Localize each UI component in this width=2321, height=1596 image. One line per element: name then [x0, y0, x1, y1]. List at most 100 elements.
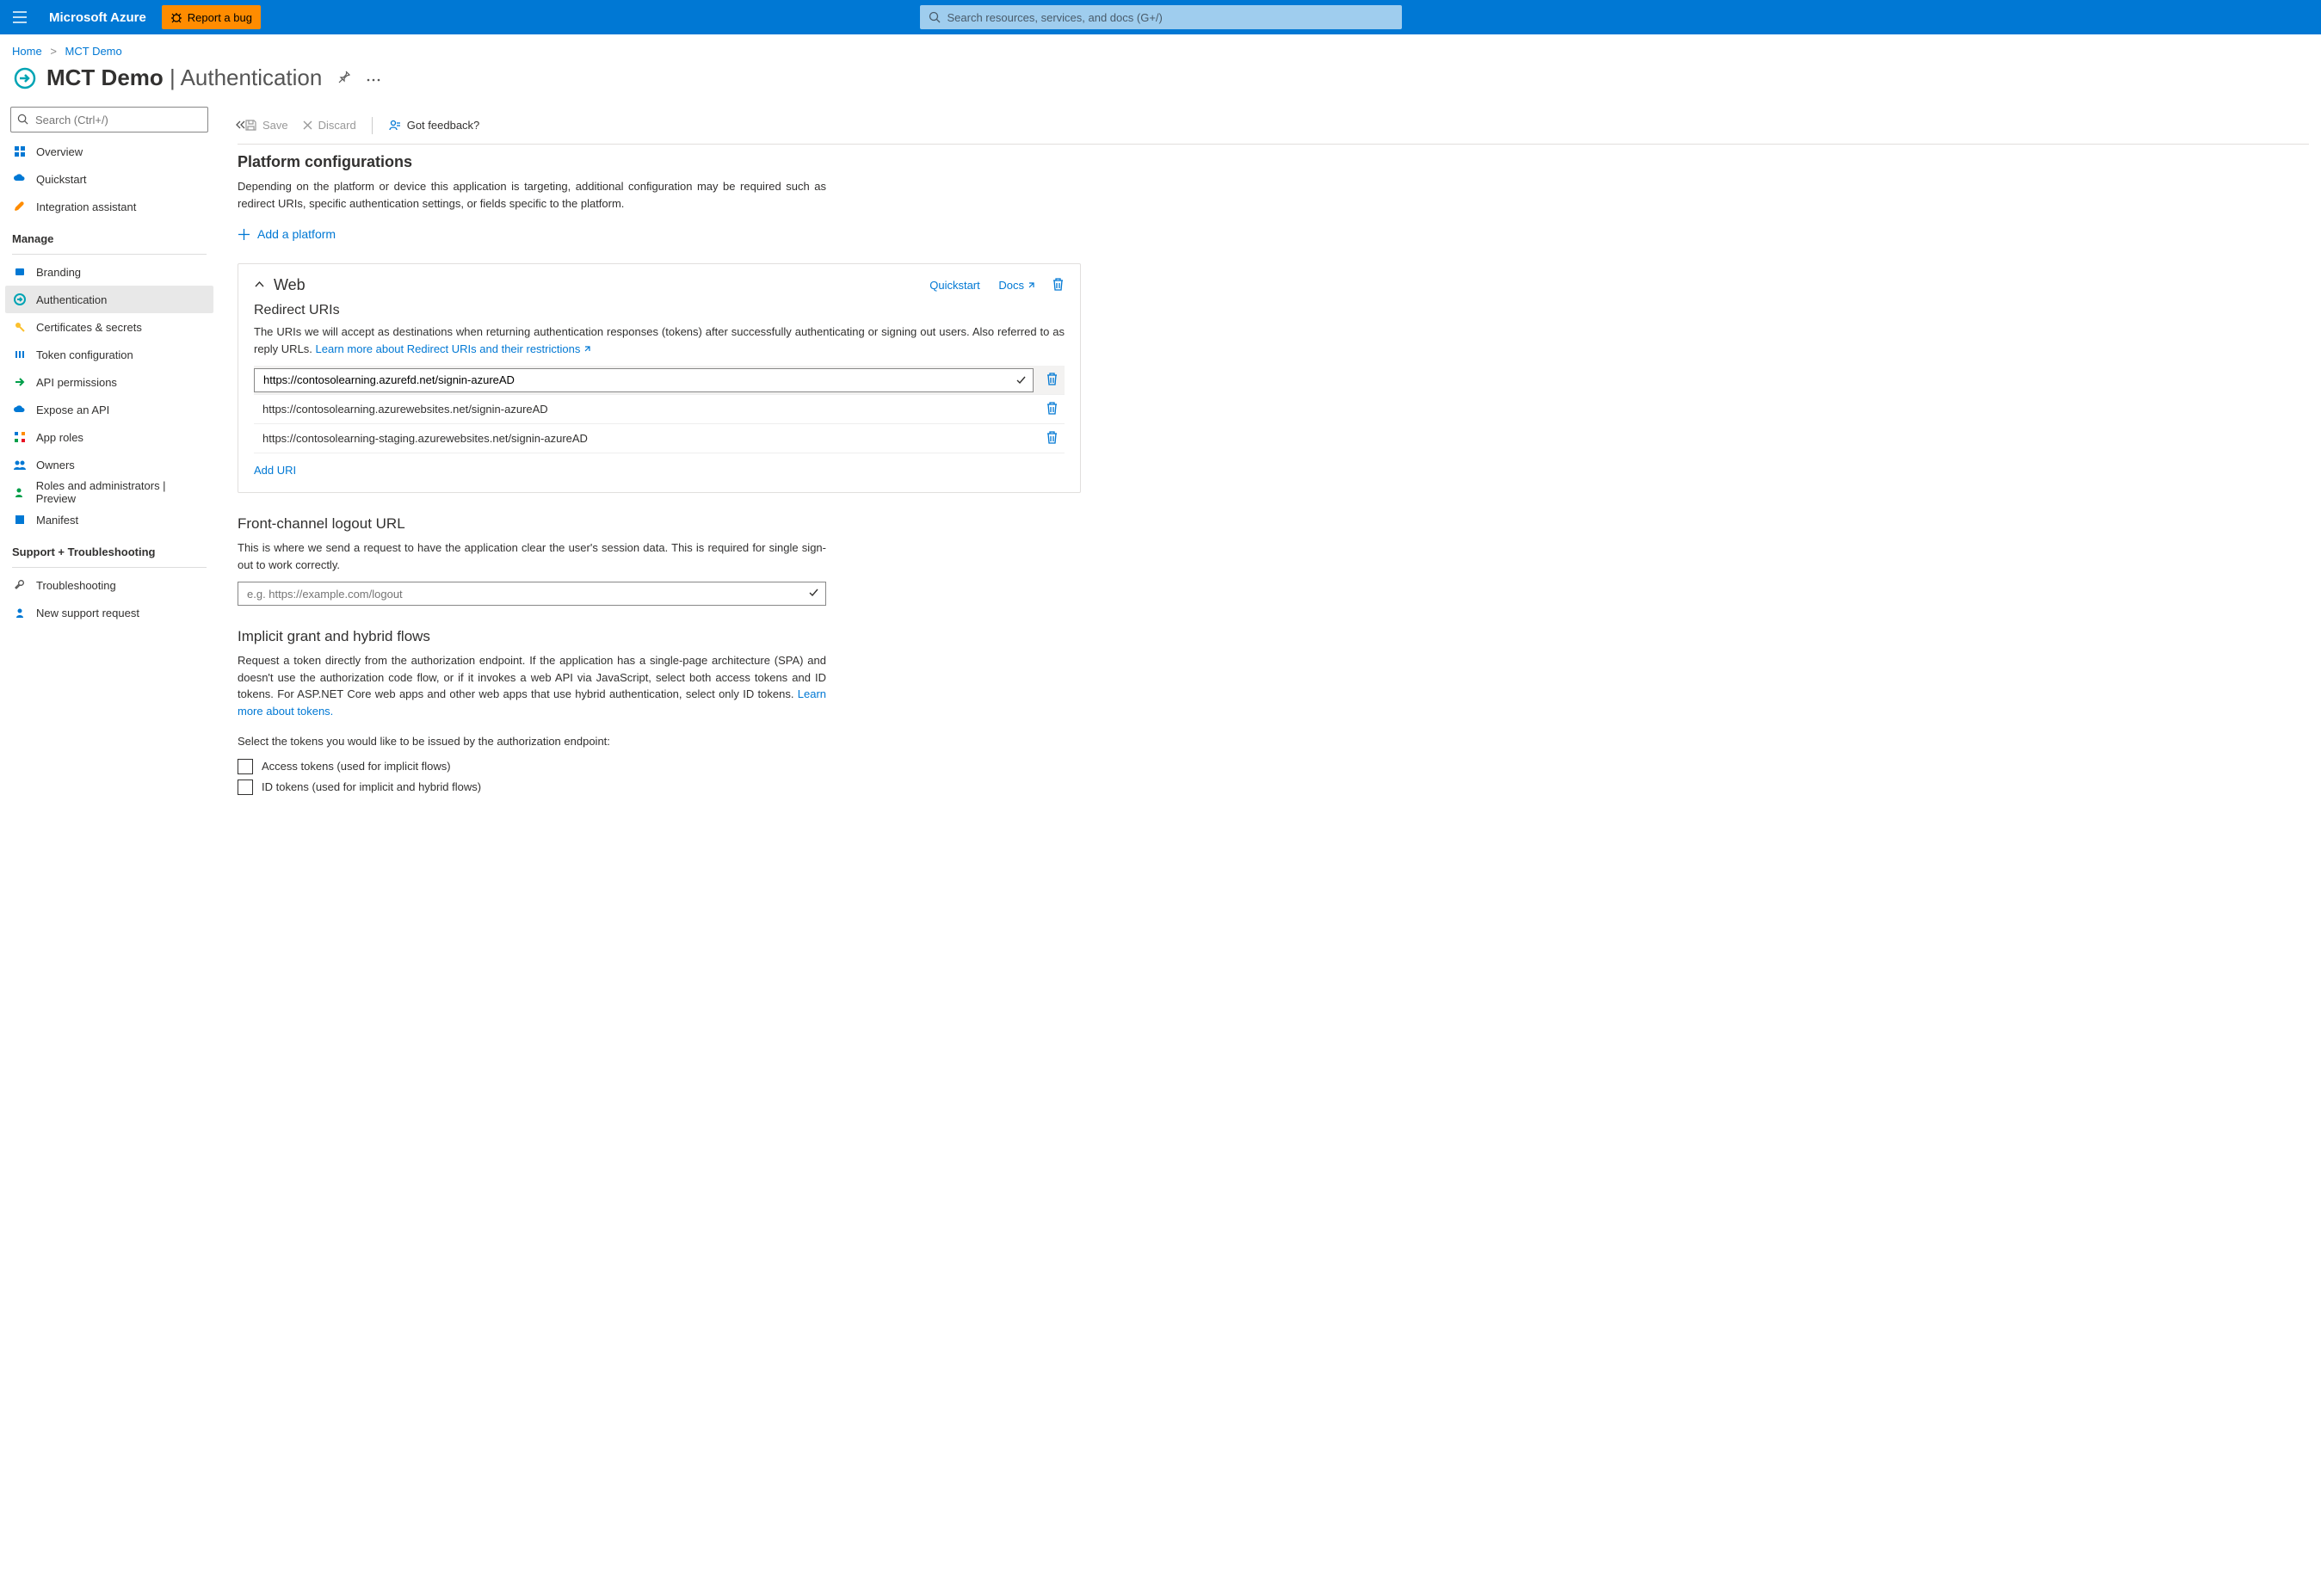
nav-authentication[interactable]: Authentication: [5, 286, 213, 313]
bug-icon: [170, 11, 182, 23]
feedback-label: Got feedback?: [407, 119, 480, 132]
trash-icon: [1046, 430, 1059, 445]
nav-group-support: Support + Troubleshooting: [5, 533, 213, 564]
nav-label: Authentication: [36, 293, 107, 306]
main-content: Save Discard Got feedback? Platform conf…: [219, 107, 2321, 852]
check-icon: [1015, 374, 1027, 388]
nav-manifest[interactable]: Manifest: [5, 506, 213, 533]
search-icon: [17, 114, 28, 125]
delete-uri[interactable]: [1046, 430, 1065, 447]
nav-integration[interactable]: Integration assistant: [5, 193, 213, 220]
nav-roles-admins[interactable]: Roles and administrators | Preview: [5, 478, 213, 506]
rocket-icon: [12, 199, 28, 214]
crumb-home[interactable]: Home: [12, 45, 42, 58]
hamburger-icon: [13, 11, 27, 23]
sliders-icon: [12, 347, 28, 362]
delete-uri[interactable]: [1046, 401, 1065, 418]
nav-label: API permissions: [36, 376, 117, 389]
nav-new-support[interactable]: New support request: [5, 599, 213, 626]
nav-branding[interactable]: Branding: [5, 258, 213, 286]
nav-label: Certificates & secrets: [36, 321, 142, 334]
search-icon: [929, 11, 941, 23]
uri-row: https://contosolearning.azurewebsites.ne…: [254, 395, 1065, 424]
nav-overview[interactable]: Overview: [5, 138, 213, 165]
delete-web-platform[interactable]: [1052, 277, 1065, 294]
redirect-desc: The URIs we will accept as destinations …: [254, 324, 1065, 357]
ellipsis-icon: [367, 78, 380, 82]
feedback-button[interactable]: Got feedback?: [381, 112, 487, 139]
app-icon: [12, 65, 38, 91]
uri-input[interactable]: [254, 368, 1034, 392]
trash-icon: [1046, 372, 1059, 386]
access-tokens-label: Access tokens (used for implicit flows): [262, 760, 451, 773]
key-icon: [12, 319, 28, 335]
report-bug-button[interactable]: Report a bug: [162, 5, 261, 29]
global-search: [920, 5, 1402, 29]
web-title: Web: [274, 276, 929, 294]
global-search-input[interactable]: [920, 5, 1402, 29]
nav-label: New support request: [36, 607, 139, 619]
sidebar-search-input[interactable]: [10, 107, 208, 132]
chevron-left-double-icon: [234, 119, 246, 131]
crumb-page[interactable]: MCT Demo: [65, 45, 122, 58]
crumb-sep: >: [50, 45, 57, 58]
nav-quickstart[interactable]: Quickstart: [5, 165, 213, 193]
nav-app-roles[interactable]: App roles: [5, 423, 213, 451]
web-docs-link[interactable]: Docs: [998, 279, 1036, 292]
nav-token-config[interactable]: Token configuration: [5, 341, 213, 368]
command-bar: Save Discard Got feedback?: [238, 107, 2309, 145]
web-quickstart-link[interactable]: Quickstart: [929, 279, 980, 292]
access-tokens-row: Access tokens (used for implicit flows): [238, 759, 1081, 774]
nav-label: App roles: [36, 431, 83, 444]
nav-expose-api[interactable]: Expose an API: [5, 396, 213, 423]
implicit-desc: Request a token directly from the author…: [238, 652, 826, 719]
nav-certificates[interactable]: Certificates & secrets: [5, 313, 213, 341]
check-icon: [808, 587, 819, 601]
tag-icon: [12, 264, 28, 280]
access-tokens-checkbox[interactable]: [238, 759, 253, 774]
plus-icon: [238, 228, 250, 241]
top-bar: Microsoft Azure Report a bug: [0, 0, 2321, 34]
id-tokens-checkbox[interactable]: [238, 780, 253, 795]
brand-label[interactable]: Microsoft Azure: [39, 10, 157, 25]
menu-toggle[interactable]: [0, 0, 39, 34]
feedback-icon: [388, 119, 402, 132]
apps-icon: [12, 429, 28, 445]
nav-label: Expose an API: [36, 404, 109, 416]
delete-uri[interactable]: [1046, 372, 1065, 389]
uri-value[interactable]: https://contosolearning.azurewebsites.ne…: [254, 403, 1040, 416]
nav-owners[interactable]: Owners: [5, 451, 213, 478]
close-icon: [302, 120, 313, 131]
trash-icon: [1046, 401, 1059, 416]
nav-label: Integration assistant: [36, 200, 136, 213]
discard-button[interactable]: Discard: [295, 112, 363, 139]
add-platform-button[interactable]: Add a platform: [238, 227, 1081, 241]
logout-url-input[interactable]: [238, 582, 826, 606]
chevron-up-icon: [254, 279, 265, 290]
web-platform-card: Web Quickstart Docs Redirect URIs The UR…: [238, 263, 1081, 493]
separator: [372, 117, 373, 134]
pin-icon: [337, 70, 351, 83]
page-title: MCT Demo | Authentication: [46, 65, 322, 91]
nav-label: Troubleshooting: [36, 579, 116, 592]
cloud-icon: [12, 402, 28, 417]
nav-troubleshooting[interactable]: Troubleshooting: [5, 571, 213, 599]
pin-button[interactable]: [337, 70, 351, 86]
collapse-web[interactable]: [254, 279, 265, 293]
logout-desc: This is where we send a request to have …: [238, 539, 826, 573]
more-button[interactable]: [367, 71, 380, 84]
logout-heading: Front-channel logout URL: [238, 515, 1081, 533]
save-icon: [244, 119, 257, 132]
redirect-learn-more[interactable]: Learn more about Redirect URIs and their…: [316, 341, 593, 358]
add-uri-button[interactable]: Add URI: [254, 464, 296, 477]
implicit-heading: Implicit grant and hybrid flows: [238, 628, 1081, 645]
sidebar: Overview Quickstart Integration assistan…: [0, 107, 219, 852]
nav-api-permissions[interactable]: API permissions: [5, 368, 213, 396]
people-icon: [12, 457, 28, 472]
cloud-bolt-icon: [12, 171, 28, 187]
uri-value[interactable]: https://contosolearning-staging.azureweb…: [254, 432, 1040, 445]
title-section: Authentication: [181, 65, 323, 90]
divider: [12, 567, 207, 568]
discard-label: Discard: [318, 119, 356, 132]
nav-label: Owners: [36, 459, 75, 471]
